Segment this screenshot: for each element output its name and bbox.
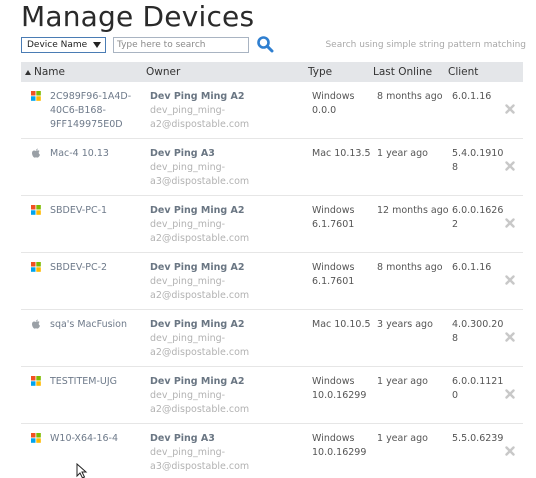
device-client-version: 5.4.0.19108 [452,148,504,173]
device-type: Windows 10.0.16299 [312,433,367,458]
device-client-version: 6.0.1.16 [452,262,492,273]
table-row[interactable]: W10-X64-16-4 Dev Ping A3 dev_ping_ming-a3@… [21,424,523,478]
remove-device-icon[interactable] [505,161,515,171]
device-owner: Dev Ping Ming A2 dev_ping_ming-a2@dispost… [150,90,298,132]
search-field-selected: Device Name [27,40,88,50]
device-last-online: 1 year ago [377,376,428,387]
owner-email: dev_ping_ming-a2@dispostable.com [150,105,250,130]
device-last-online: 1 year ago [377,433,428,444]
owner-name: Dev Ping A3 [150,148,215,159]
owner-name: Dev Ping Ming A2 [150,262,245,273]
device-last-online: 8 months ago [377,91,443,102]
windows-icon [31,376,41,386]
owner-email: dev_ping_ming-a3@dispostable.com [150,162,250,187]
remove-device-icon[interactable] [505,104,515,114]
remove-device-icon[interactable] [505,332,515,342]
column-header-type[interactable]: Type [308,66,332,78]
owner-email: dev_ping_ming-a2@dispostable.com [150,219,250,244]
owner-email: dev_ping_ming-a3@dispostable.com [150,447,250,472]
column-header-last-online[interactable]: Last Online [373,66,432,78]
windows-icon [31,262,41,272]
device-name[interactable]: W10-X64-16-4 [50,432,142,446]
device-name[interactable]: SBDEV-PC-2 [50,261,142,275]
windows-icon [31,91,41,101]
owner-name: Dev Ping Ming A2 [150,205,245,216]
column-header-client[interactable]: Client [448,66,478,78]
remove-device-icon[interactable] [505,218,515,228]
windows-icon [31,433,41,443]
table-row[interactable]: Mac-4 10.13 Dev Ping A3 dev_ping_ming-a3@d… [21,139,523,196]
device-type: Mac 10.13.5 [312,148,371,159]
device-last-online: 12 months ago [377,205,449,216]
device-owner: Dev Ping Ming A2 dev_ping_ming-a2@dispost… [150,261,298,303]
device-client-version: 4.0.300.208 [452,319,504,344]
owner-email: dev_ping_ming-a2@dispostable.com [150,390,250,415]
owner-name: Dev Ping Ming A2 [150,91,245,102]
device-owner: Dev Ping A3 dev_ping_ming-a3@dispostable.… [150,432,298,474]
device-name[interactable]: Mac-4 10.13 [50,147,142,161]
devices-table: Name Owner Type Last Online Client 2C989… [21,62,523,478]
device-type: Windows 6.1.7601 [312,205,355,230]
table-row[interactable]: sqa's MacFusion Dev Ping Ming A2 dev_ping_… [21,310,523,367]
device-owner: Dev Ping Ming A2 dev_ping_ming-a2@dispost… [150,375,298,417]
device-type: Mac 10.10.5 [312,319,371,330]
search-icon[interactable] [256,35,274,53]
windows-icon [31,205,41,215]
device-owner: Dev Ping Ming A2 dev_ping_ming-a2@dispost… [150,204,298,246]
device-client-version: 6.0.1.16 [452,91,492,102]
device-name[interactable]: 2C989F96-1A4D-40C6-B168-9FF149975E0D [50,90,142,132]
search-field-select[interactable]: Device Name [21,37,106,53]
owner-email: dev_ping_ming-a2@dispostable.com [150,333,250,358]
owner-name: Dev Ping A3 [150,433,215,444]
search-hint: Search using simple string pattern match… [325,40,526,50]
owner-email: dev_ping_ming-a2@dispostable.com [150,276,250,301]
table-row[interactable]: SBDEV-PC-2 Dev Ping Ming A2 dev_ping_ming-… [21,253,523,310]
table-row[interactable]: SBDEV-PC-1 Dev Ping Ming A2 dev_ping_ming-… [21,196,523,253]
device-client-version: 6.0.0.16262 [452,205,504,230]
caret-down-icon [93,42,101,48]
device-name[interactable]: sqa's MacFusion [50,318,142,332]
device-owner: Dev Ping Ming A2 dev_ping_ming-a2@dispost… [150,318,298,360]
device-client-version: 5.5.0.6239 [452,433,504,444]
column-header-owner[interactable]: Owner [146,66,180,78]
remove-device-icon[interactable] [505,389,515,399]
table-header: Name Owner Type Last Online Client [21,62,523,82]
search-input[interactable]: Type here to search [113,37,249,53]
remove-device-icon[interactable] [505,275,515,285]
device-client-version: 6.0.0.11210 [452,376,504,401]
sort-ascending-icon[interactable] [25,70,31,75]
owner-name: Dev Ping Ming A2 [150,319,245,330]
remove-device-icon[interactable] [505,446,515,456]
apple-icon [31,148,41,158]
device-name[interactable]: TESTITEM-UJG [50,375,142,389]
device-last-online: 1 year ago [377,148,428,159]
device-type: Windows 6.1.7601 [312,262,355,287]
device-name[interactable]: SBDEV-PC-1 [50,204,142,218]
apple-icon [31,319,41,329]
table-row[interactable]: TESTITEM-UJG Dev Ping Ming A2 dev_ping_min… [21,367,523,424]
table-body: 2C989F96-1A4D-40C6-B168-9FF149975E0D Dev … [21,82,523,478]
mouse-cursor-icon [76,463,88,478]
column-header-name[interactable]: Name [34,66,65,78]
device-type: Windows 10.0.16299 [312,376,367,401]
table-row[interactable]: 2C989F96-1A4D-40C6-B168-9FF149975E0D Dev … [21,82,523,139]
search-bar: Device Name Type here to search Search u… [21,35,526,54]
device-owner: Dev Ping A3 dev_ping_ming-a3@dispostable.… [150,147,298,189]
owner-name: Dev Ping Ming A2 [150,376,245,387]
device-last-online: 8 months ago [377,262,443,273]
page-title: Manage Devices [21,0,255,33]
device-type: Windows 0.0.0 [312,91,355,116]
device-last-online: 3 years ago [377,319,433,330]
